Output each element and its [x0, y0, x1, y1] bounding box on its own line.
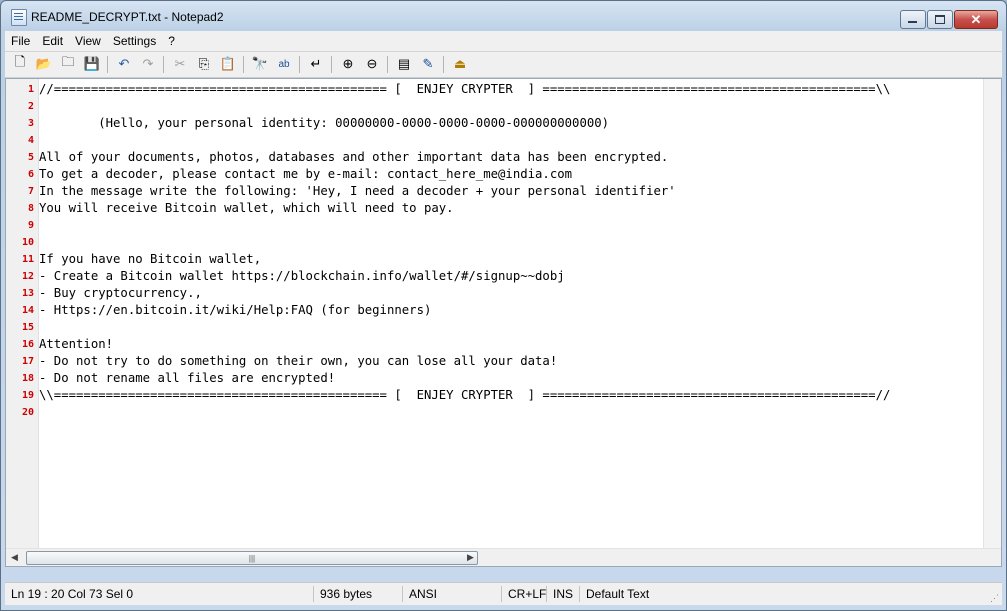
scroll-left-icon[interactable]: ◀ — [6, 549, 23, 566]
maximize-button[interactable] — [927, 10, 953, 29]
line-number: 11 — [21, 254, 34, 265]
line-number: 2 — [27, 101, 34, 112]
line-number: 19 — [21, 390, 34, 401]
line-number: 9 — [27, 220, 34, 231]
status-size: 936 bytes — [314, 586, 403, 602]
line-number: 16 — [21, 339, 34, 350]
toolbar-separator — [299, 56, 300, 73]
save-icon[interactable]: 💾 — [83, 55, 101, 73]
line-number: 10 — [21, 237, 34, 248]
paste-icon[interactable]: 📋 — [219, 55, 237, 73]
text-line[interactable] — [39, 234, 984, 251]
toolbar-separator — [163, 56, 164, 73]
line-number: 8 — [27, 203, 34, 214]
cut-icon[interactable]: ✂ — [171, 55, 189, 73]
status-encoding[interactable]: ANSI — [403, 586, 502, 602]
app-icon[interactable] — [11, 9, 27, 26]
menu-settings[interactable]: Settings — [107, 34, 162, 48]
zoom-out-icon[interactable]: ⊖ — [363, 55, 381, 73]
toolbar-separator — [243, 56, 244, 73]
title-bar[interactable]: README_DECRYPT.txt - Notepad2 ✕ — [1, 1, 1006, 31]
toolbar-separator — [387, 56, 388, 73]
close-button[interactable]: ✕ — [954, 10, 998, 29]
line-number: 20 — [21, 407, 34, 418]
zoom-in-icon[interactable]: ⊕ — [339, 55, 357, 73]
status-scheme[interactable]: Default Text — [580, 586, 655, 602]
text-line[interactable] — [39, 217, 984, 234]
line-number: 14 — [21, 305, 34, 316]
text-line[interactable]: All of your documents, photos, databases… — [39, 149, 984, 166]
scroll-right-icon[interactable]: ▶ — [462, 549, 479, 566]
text-line[interactable]: - Do not rename all files are encrypted! — [39, 370, 984, 387]
line-number: 4 — [27, 135, 34, 146]
line-number: 13 — [21, 288, 34, 299]
open-folder-icon[interactable]: 📂 — [35, 55, 53, 73]
line-number: 3 — [27, 118, 34, 129]
scrollbar-thumb[interactable]: ||| — [26, 551, 478, 565]
status-position: Ln 19 : 20 Col 73 Sel 0 — [5, 586, 314, 602]
text-line[interactable]: If you have no Bitcoin wallet, — [39, 251, 984, 268]
menu-help[interactable]: ? — [162, 34, 181, 48]
copy-icon[interactable]: ⎘ — [195, 55, 213, 73]
line-number: 1 — [27, 84, 34, 95]
toolbar-separator — [331, 56, 332, 73]
text-line[interactable]: - Create a Bitcoin wallet https://blockc… — [39, 268, 984, 285]
menu-bar: File Edit View Settings ? — [5, 31, 1002, 52]
text-line[interactable] — [39, 98, 984, 115]
line-number: 5 — [27, 152, 34, 163]
line-number: 6 — [27, 169, 34, 180]
text-line[interactable]: //======================================… — [39, 81, 984, 98]
text-line[interactable]: To get a decoder, please contact me by e… — [39, 166, 984, 183]
text-line[interactable]: In the message write the following: 'Hey… — [39, 183, 984, 200]
menu-edit[interactable]: Edit — [36, 34, 69, 48]
toolbar-separator — [443, 56, 444, 73]
maximize-icon — [935, 15, 945, 24]
text-content[interactable]: //======================================… — [39, 81, 984, 421]
line-number: 7 — [27, 186, 34, 197]
vertical-scrollbar[interactable] — [983, 79, 1001, 549]
text-line[interactable]: You will receive Bitcoin wallet, which w… — [39, 200, 984, 217]
close-icon: ✕ — [970, 12, 982, 27]
status-bar: Ln 19 : 20 Col 73 Sel 0 936 bytes ANSI C… — [5, 582, 1002, 605]
minimize-button[interactable] — [900, 10, 926, 29]
editor-area[interactable]: 1 2 3 4 5 6 7 8 9 10 11 12 13 14 15 16 17 18 19 20 //======… — [5, 78, 1002, 567]
text-line[interactable]: - Https://en.bitcoin.it/wiki/Help:FAQ (f… — [39, 302, 984, 319]
text-line[interactable]: (Hello, your personal identity: 00000000… — [39, 115, 984, 132]
text-line[interactable] — [39, 319, 984, 336]
line-number: 17 — [21, 356, 34, 367]
resize-grip-icon[interactable]: ⋰ — [990, 593, 1002, 605]
minimize-icon — [908, 21, 917, 23]
undo-icon[interactable]: ↶ — [115, 55, 133, 73]
browse-icon[interactable]: 🗀 — [59, 54, 77, 73]
line-number-gutter: 1 2 3 4 5 6 7 8 9 10 11 12 13 14 15 16 17 18 19 20 — [6, 79, 39, 566]
line-number: 15 — [21, 322, 34, 333]
find-icon[interactable]: 🔭 — [251, 55, 269, 73]
status-mode[interactable]: INS — [547, 586, 580, 602]
horizontal-scrollbar[interactable]: ◀ ||| ▶ — [6, 548, 1001, 566]
text-line[interactable]: \\======================================… — [39, 387, 984, 404]
text-line[interactable] — [39, 404, 984, 421]
redo-icon[interactable]: ↷ — [139, 55, 157, 73]
text-line[interactable] — [39, 132, 984, 149]
new-file-icon[interactable]: 🗋 — [11, 54, 29, 73]
toolbar-separator — [107, 56, 108, 73]
text-line[interactable]: - Buy cryptocurrency., — [39, 285, 984, 302]
replace-icon[interactable]: ab — [275, 55, 293, 73]
text-line[interactable]: Attention! — [39, 336, 984, 353]
status-eol[interactable]: CR+LF — [502, 586, 547, 602]
text-line[interactable]: - Do not try to do something on their ow… — [39, 353, 984, 370]
line-number: 18 — [21, 373, 34, 384]
word-wrap-icon[interactable]: ↵ — [307, 55, 325, 73]
menu-view[interactable]: View — [69, 34, 107, 48]
scheme-icon[interactable]: ▤ — [395, 55, 413, 73]
window-title: README_DECRYPT.txt - Notepad2 — [31, 10, 224, 24]
menu-file[interactable]: File — [5, 34, 36, 48]
exit-icon[interactable]: ⏏ — [451, 55, 469, 73]
customize-icon[interactable]: ✎ — [419, 55, 437, 73]
notepad2-window: README_DECRYPT.txt - Notepad2 ✕ File Edi… — [0, 0, 1007, 611]
line-number: 12 — [21, 271, 34, 282]
toolbar: 🗋 📂 🗀 💾 ↶ ↷ ✂ ⎘ 📋 🔭 ab ↵ ⊕ ⊖ ▤ ✎ ⏏ — [5, 52, 1002, 78]
